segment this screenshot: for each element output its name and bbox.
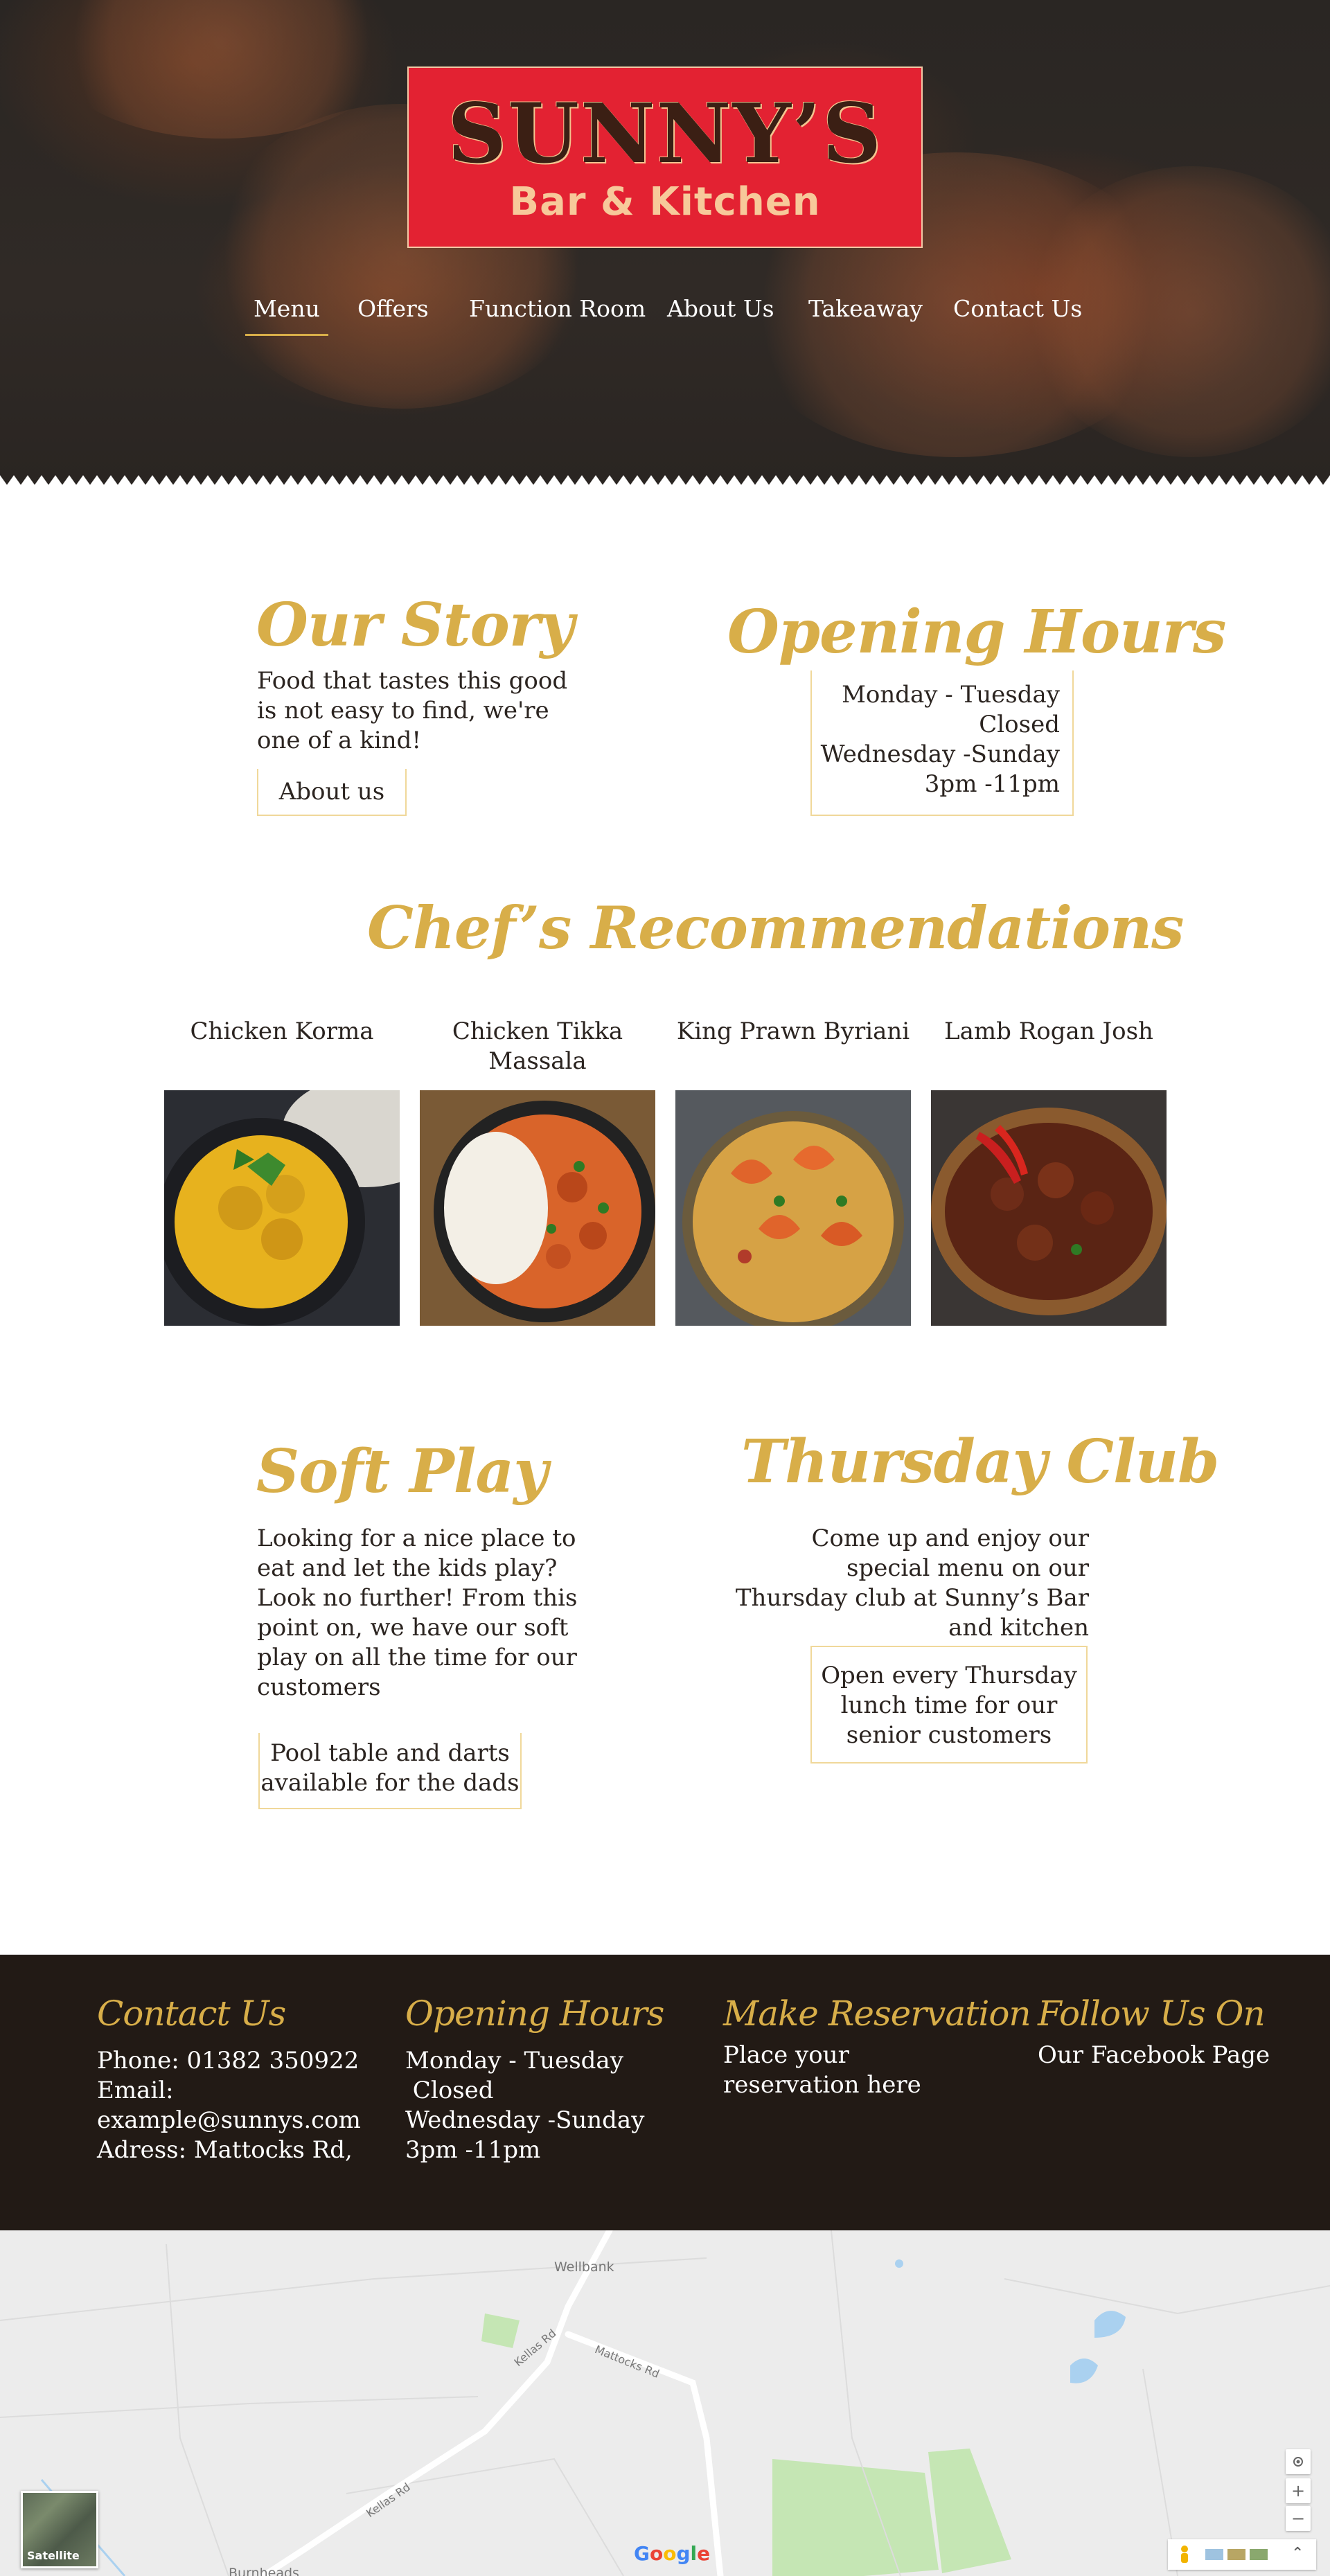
footer-hours-line: 3pm -11pm	[405, 2136, 541, 2164]
sunnys-logo[interactable]: SUNNY’S Bar & Kitchen	[407, 66, 923, 248]
zoom-in-icon[interactable]: +	[1286, 2478, 1311, 2503]
expand-icon[interactable]: ⌃	[1291, 2545, 1304, 2562]
google-letter: o	[649, 2542, 664, 2565]
footer-hours-line: Monday - Tuesday	[405, 2047, 623, 2075]
locate-icon[interactable]	[1286, 2449, 1311, 2474]
zoom-out-icon[interactable]: −	[1286, 2506, 1311, 2531]
footer-reservation-title: Make Reservation	[723, 1993, 1031, 2034]
map-canvas	[0, 2230, 1330, 2576]
google-letter: l	[690, 2542, 698, 2565]
satellite-toggle[interactable]: Satellite	[21, 2491, 98, 2568]
map-thumb[interactable]	[1205, 2549, 1223, 2560]
hours-line: Monday - Tuesday	[842, 681, 1060, 709]
logo-subtitle: Bar & Kitchen	[509, 179, 821, 224]
google-logo: Google	[634, 2542, 710, 2565]
logo-name: SUNNY’S	[447, 85, 883, 181]
footer-email-label: Email:	[97, 2077, 174, 2104]
footer-hours-title: Opening Hours	[405, 1993, 664, 2034]
chefs-recommendations-title: Chef’s Recommendations	[367, 894, 1184, 962]
footer-follow-title: Follow Us On	[1038, 1993, 1266, 2034]
nav-function-room[interactable]: Function Room	[469, 295, 646, 322]
hours-line: Closed	[979, 711, 1060, 738]
nav-takeaway[interactable]: Takeaway	[808, 295, 923, 322]
footer: Contact Us Phone: 01382 350922 Email: ex…	[0, 1955, 1330, 2230]
footer-follow: Follow Us On Our Facebook Page	[1038, 1993, 1270, 2070]
dish-card[interactable]: Chicken Tikka Massala	[420, 1017, 655, 1326]
google-letter: g	[676, 2542, 691, 2565]
dish-name: King Prawn Byriani	[676, 1018, 910, 1045]
map-thumb[interactable]	[1227, 2549, 1245, 2560]
about-us-button[interactable]: About us	[257, 769, 407, 816]
prawn-byriani-image	[675, 1090, 911, 1326]
footer-hours: Opening Hours Monday - Tuesday Closed We…	[405, 1993, 664, 2165]
google-letter: e	[697, 2542, 711, 2565]
footer-contact: Contact Us Phone: 01382 350922 Email: ex…	[97, 1993, 361, 2165]
pegman-icon[interactable]	[1178, 2545, 1191, 2564]
google-letter: G	[634, 2542, 650, 2565]
nav-contact-us[interactable]: Contact Us	[953, 295, 1082, 322]
footer-address: Adress: Mattocks Rd,	[97, 2136, 353, 2164]
hero-banner: SUNNY’S Bar & Kitchen Menu Offers Functi…	[0, 0, 1330, 485]
map-label-place: Burnheads	[229, 2566, 299, 2576]
facebook-link[interactable]: Our Facebook Page	[1038, 2041, 1270, 2070]
soft-play-title: Soft Play	[256, 1437, 548, 1507]
our-story-text: Food that tastes this good is not easy t…	[257, 667, 568, 754]
google-letter: o	[663, 2542, 677, 2565]
map-bottom-bar: ⌃	[1168, 2539, 1316, 2570]
footer-phone[interactable]: Phone: 01382 350922	[97, 2046, 361, 2076]
thursday-club-box: Open every Thursday lunch time for our s…	[810, 1646, 1088, 1764]
satellite-label: Satellite	[27, 2549, 80, 2562]
main-nav: Menu Offers Function Room About Us Takea…	[0, 295, 1330, 337]
nav-about-us[interactable]: About Us	[667, 295, 774, 322]
footer-hours-line: Closed	[405, 2077, 494, 2104]
dish-name: Lamb Rogan Josh	[944, 1018, 1153, 1045]
thursday-club-title: Thursday Club	[741, 1427, 1219, 1497]
dish-card[interactable]: King Prawn Byriani	[675, 1017, 911, 1326]
thursday-club-text: Come up and enjoy our special menu on ou…	[735, 1525, 1089, 1642]
dish-name: Chicken Tikka Massala	[452, 1018, 623, 1075]
opening-hours-box: Monday - Tuesday Closed Wednesday -Sunda…	[810, 670, 1074, 816]
tikka-masala-image	[420, 1090, 655, 1326]
map-thumb[interactable]	[1250, 2549, 1268, 2560]
zigzag-divider	[0, 475, 1330, 485]
map-label-wellbank: Wellbank	[554, 2259, 614, 2275]
google-map[interactable]: Wellbank Kellas Rd Mattocks Rd Kellas Rd…	[0, 2230, 1330, 2576]
footer-hours-line: Wednesday -Sunday	[405, 2106, 645, 2134]
rogan-josh-image	[931, 1090, 1167, 1326]
reservation-link[interactable]: Place your reservation here	[723, 2041, 986, 2100]
nav-offers[interactable]: Offers	[357, 295, 429, 322]
our-story-title: Our Story	[256, 590, 574, 660]
footer-reservation: Make Reservation Place your reservation …	[723, 1993, 1031, 2100]
dish-name: Chicken Korma	[190, 1018, 374, 1045]
footer-contact-title: Contact Us	[97, 1993, 286, 2034]
dish-card[interactable]: Chicken Korma	[164, 1017, 400, 1326]
hours-line: 3pm -11pm	[924, 770, 1060, 798]
pool-table-box: Pool table and darts available for the d…	[258, 1733, 522, 1809]
opening-hours-title: Opening Hours	[727, 597, 1226, 667]
footer-email[interactable]: example@sunnys.com	[97, 2106, 361, 2135]
hours-line: Wednesday -Sunday	[820, 740, 1060, 768]
nav-menu[interactable]: Menu	[245, 295, 328, 336]
soft-play-text: Looking for a nice place to eat and let …	[257, 1525, 578, 1701]
dish-card[interactable]: Lamb Rogan Josh	[931, 1017, 1167, 1326]
korma-image	[164, 1090, 400, 1326]
